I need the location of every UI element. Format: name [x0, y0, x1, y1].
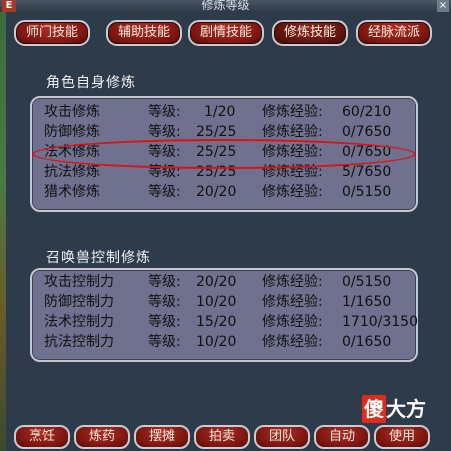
self-cultivation-title: 角色自身修炼: [46, 75, 136, 91]
bottom-action-bar: 烹饪 炼药 摆摊 拍卖 团队 自动 使用: [14, 425, 444, 449]
pet-control-panel: 攻击控制力 等级: 20/20 修炼经验: 0/5150 防御控制力 等级: 1…: [30, 268, 418, 362]
exp-label: 修炼经验:: [262, 124, 323, 140]
exp-value: 0/1650: [342, 334, 392, 350]
skill-name: 防御控制力: [44, 294, 114, 310]
tab-meridian-school[interactable]: 经脉流派: [356, 20, 432, 46]
level-label: 等级:: [148, 294, 181, 310]
skill-name: 攻击控制力: [44, 274, 114, 290]
level-label: 等级:: [148, 164, 181, 180]
exp-label: 修炼经验:: [262, 184, 323, 200]
level-label: 等级:: [148, 104, 181, 120]
tab-cultivation-skills[interactable]: 修炼技能: [272, 20, 348, 46]
level-value: 25/25: [196, 144, 237, 160]
level-value: 20/20: [196, 184, 237, 200]
level-label: 等级:: [148, 314, 181, 330]
tab-master-skills[interactable]: 师门技能: [14, 20, 90, 46]
window-title: 修炼等级: [201, 0, 250, 12]
exp-value: 60/210: [342, 104, 392, 120]
stall-button[interactable]: 摆摊: [134, 425, 190, 449]
level-label: 等级:: [148, 334, 181, 350]
exp-label: 修炼经验:: [262, 164, 323, 180]
exp-label: 修炼经验:: [262, 144, 323, 160]
exp-value: 0/7650: [342, 144, 392, 160]
level-label: 等级:: [148, 184, 181, 200]
self-cultivation-panel: 攻击修炼 等级: 1/20 修炼经验: 60/210 防御修炼 等级: 25/2…: [30, 96, 418, 212]
level-value: 10/20: [196, 294, 237, 310]
watermark-box: 傻: [362, 395, 386, 423]
skill-name: 法术修炼: [44, 144, 100, 160]
title-bar: E 修炼等级 ×: [0, 0, 451, 12]
background-strip: [0, 0, 6, 451]
use-button[interactable]: 使用: [374, 425, 430, 449]
skill-name: 抗法修炼: [44, 164, 100, 180]
exp-value: 0/7650: [342, 124, 392, 140]
skill-name: 猎术修炼: [44, 184, 100, 200]
skill-name: 防御修炼: [44, 124, 100, 140]
level-value: 20/20: [196, 274, 237, 290]
tab-story-skills[interactable]: 剧情技能: [188, 20, 264, 46]
skill-name: 攻击修炼: [44, 104, 100, 120]
exp-value: 0/5150: [342, 274, 392, 290]
exp-label: 修炼经验:: [262, 334, 323, 350]
level-value: 1/20: [204, 104, 236, 120]
level-label: 等级:: [148, 274, 181, 290]
level-label: 等级:: [148, 124, 181, 140]
skill-name: 法术控制力: [44, 314, 114, 330]
skill-window: E 修炼等级 × 师门技能 辅助技能 剧情技能 修炼技能 经脉流派 角色自身修炼…: [0, 0, 451, 451]
close-icon[interactable]: ×: [437, 0, 449, 12]
exp-label: 修炼经验:: [262, 274, 323, 290]
skill-tabs: 师门技能 辅助技能 剧情技能 修炼技能 经脉流派: [14, 20, 444, 46]
level-value: 25/25: [196, 164, 237, 180]
level-value: 25/25: [196, 124, 237, 140]
pet-control-title: 召唤兽控制修炼: [46, 250, 151, 266]
auction-button[interactable]: 拍卖: [194, 425, 250, 449]
tab-support-skills[interactable]: 辅助技能: [106, 20, 182, 46]
exp-value: 1/1650: [342, 294, 392, 310]
auto-button[interactable]: 自动: [314, 425, 370, 449]
exp-value: 1710/3150: [342, 314, 418, 330]
exp-value: 0/5150: [342, 184, 392, 200]
exp-value: 5/7650: [342, 164, 392, 180]
cooking-button[interactable]: 烹饪: [14, 425, 70, 449]
alchemy-button[interactable]: 炼药: [74, 425, 130, 449]
exp-label: 修炼经验:: [262, 314, 323, 330]
skill-name: 抗法控制力: [44, 334, 114, 350]
team-button[interactable]: 团队: [254, 425, 310, 449]
watermark-text: 大方: [386, 397, 426, 421]
exp-label: 修炼经验:: [262, 104, 323, 120]
exp-label: 修炼经验:: [262, 294, 323, 310]
level-value: 15/20: [196, 314, 237, 330]
watermark-logo: 傻大方: [362, 395, 442, 423]
level-value: 10/20: [196, 334, 237, 350]
level-label: 等级:: [148, 144, 181, 160]
